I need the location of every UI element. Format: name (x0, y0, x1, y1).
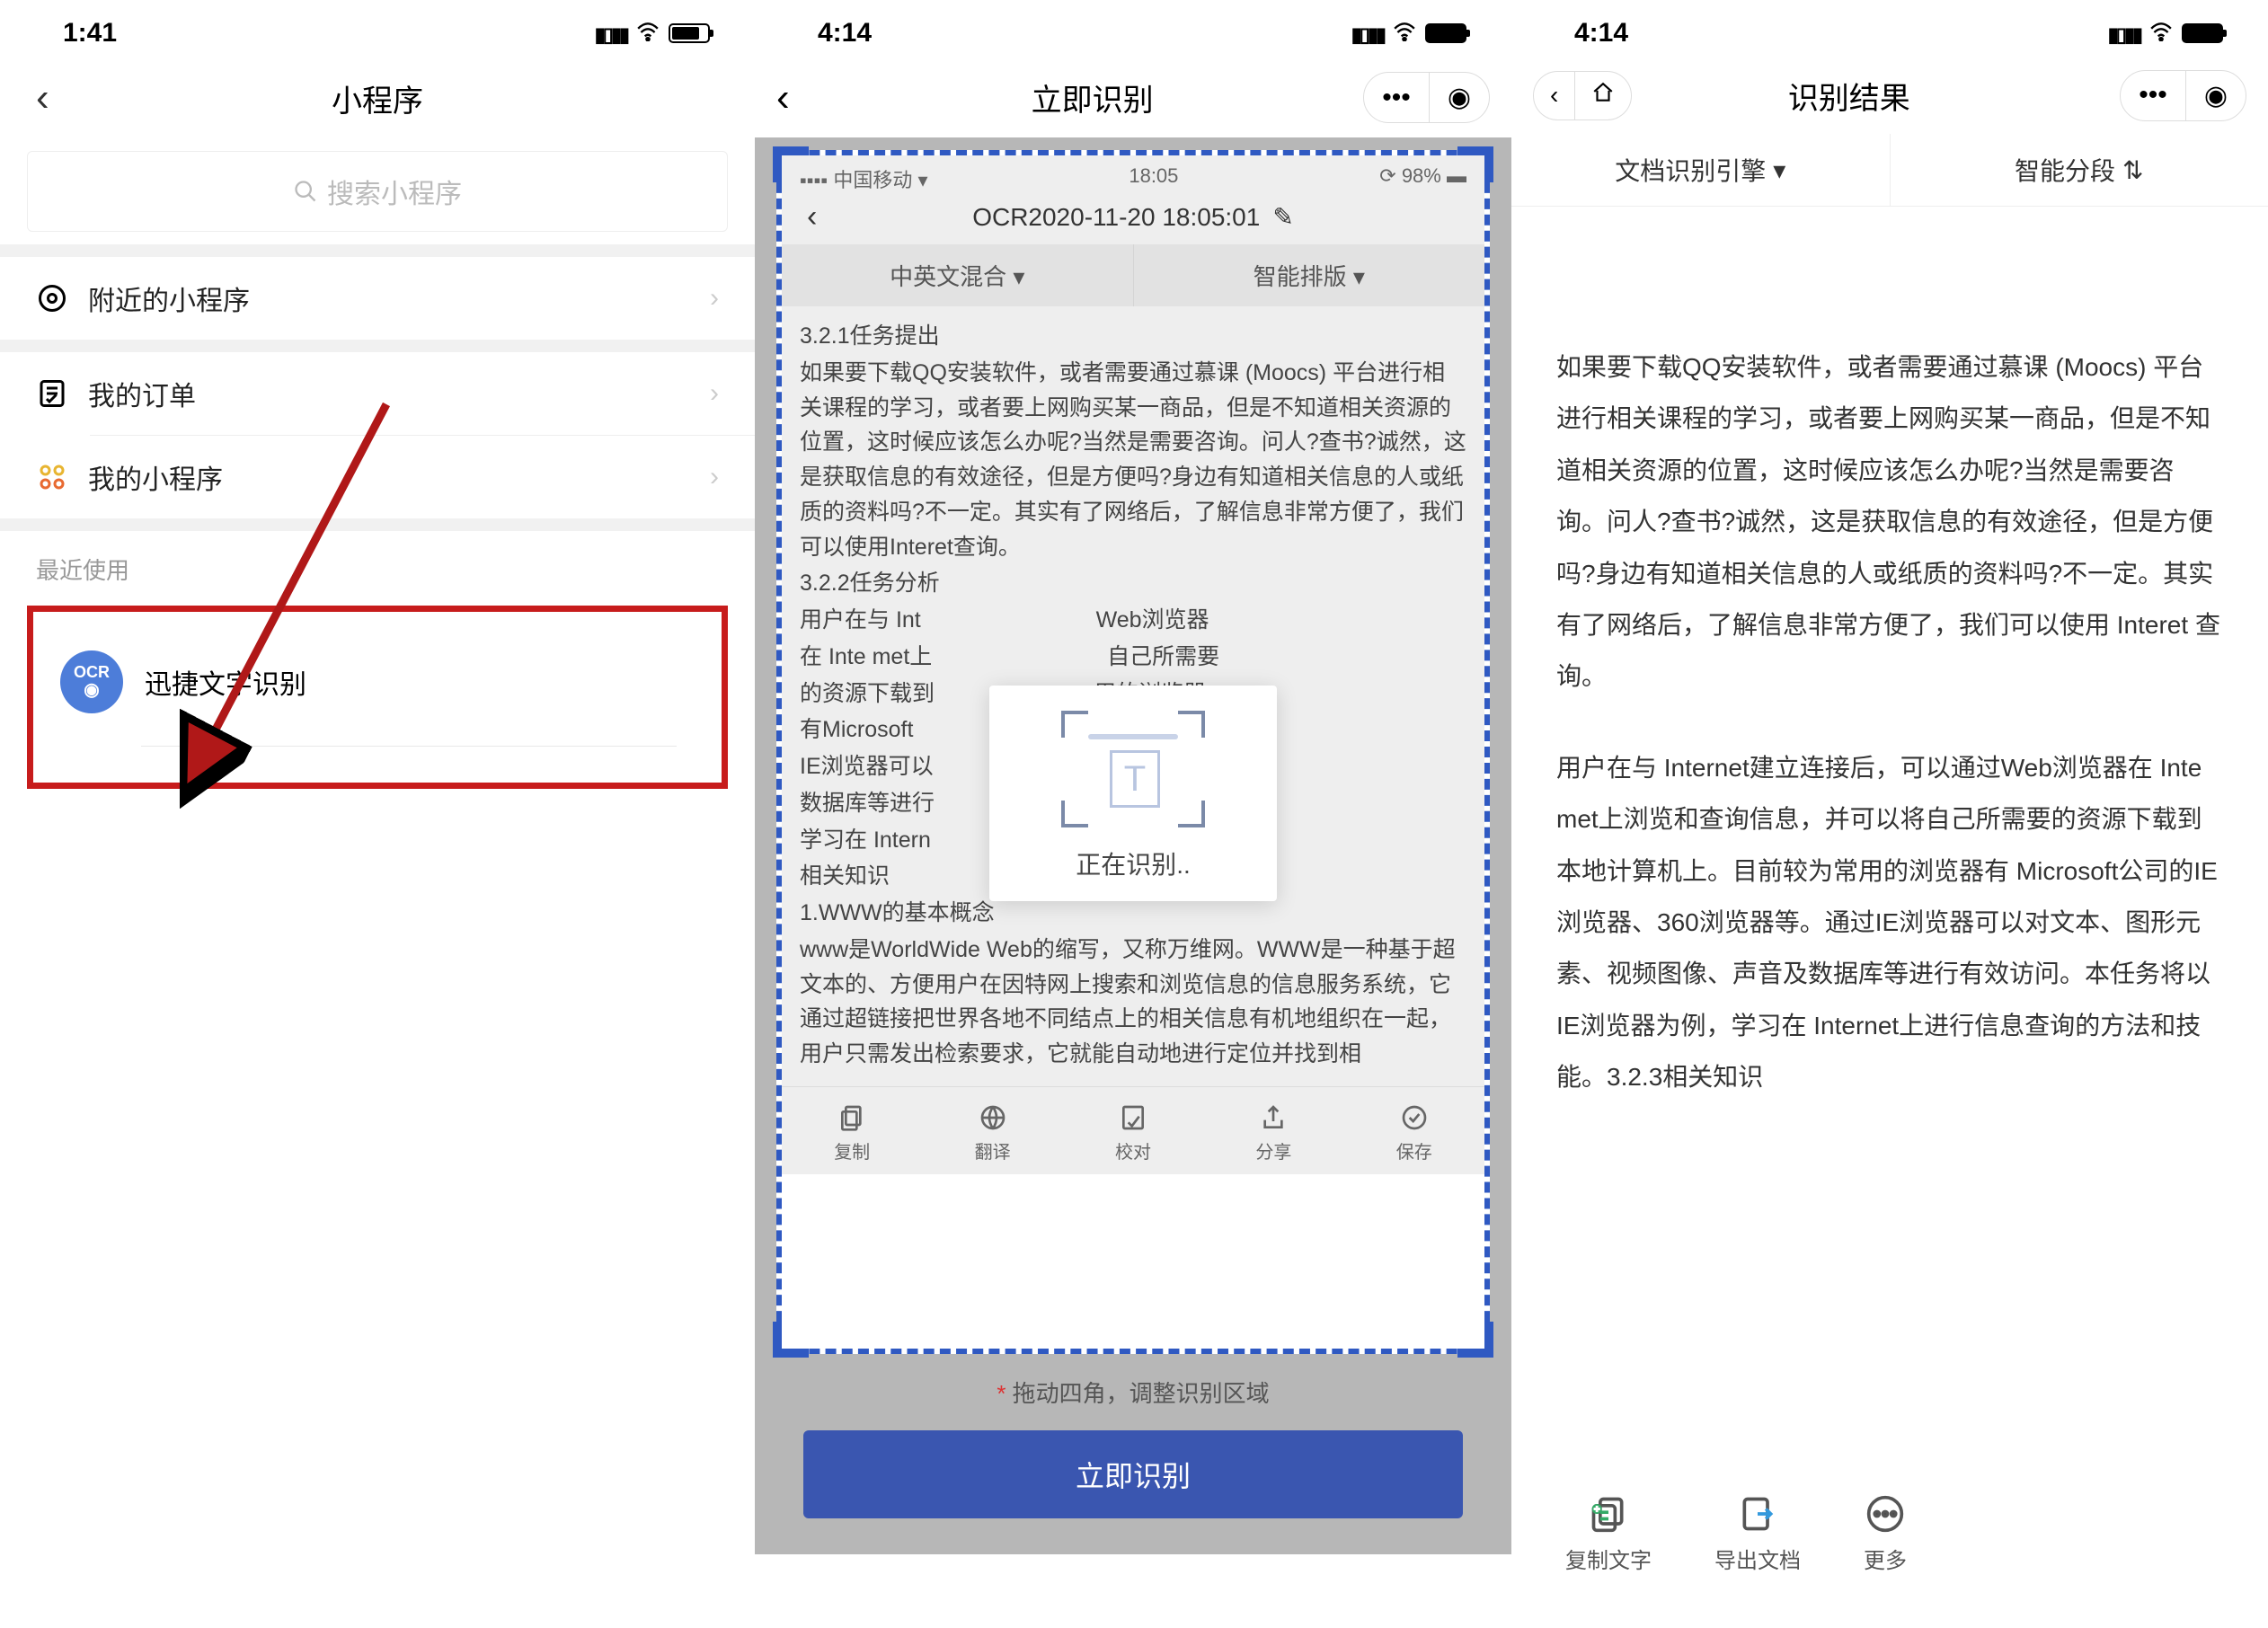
chevron-down-icon: ▾ (1013, 263, 1024, 290)
close-target-icon[interactable]: ◉ (1430, 73, 1489, 122)
orders-icon (36, 377, 68, 410)
recognizing-modal: T 正在识别.. (989, 686, 1277, 901)
wifi-icon (1393, 18, 1416, 49)
chevron-right-icon: › (710, 378, 719, 409)
eye-icon: ◉ (84, 678, 99, 701)
location-icon (36, 282, 68, 314)
crop-frame[interactable]: ▪▪▪▪ 中国移动 ▾ 18:05 ⟳ 98% ▬ ‹ OCR2020-11-2… (776, 150, 1490, 1354)
page-title: 立即识别 (821, 75, 1363, 119)
result-paragraph: 用户在与 Internet建立连接后，可以通过Web浏览器在 Inte met上… (1556, 742, 2223, 1103)
page-title: 识别结果 (1587, 74, 2111, 118)
status-time: 4:14 (1574, 18, 1628, 49)
status-indicators (1351, 18, 1466, 49)
screenshot-result: 4:14 ‹ 识别结果 ••• ◉ 文档识别引擎 ▾ 智能分段 ⇅ (1511, 0, 2268, 1628)
status-time: 1:41 (63, 18, 117, 49)
inner-wifi-icon: ▾ (917, 169, 927, 191)
inner-tab-lang: 中英文混合 ▾ (782, 244, 1134, 306)
status-time: 4:14 (818, 18, 872, 49)
status-bar: 1:41 (0, 0, 755, 58)
inner-share-button: 分享 (1255, 1103, 1291, 1163)
nav-bar: ‹ 识别结果 ••• ◉ (1511, 58, 2268, 134)
inner-copy-button: 复制 (834, 1103, 870, 1163)
chevron-right-icon: › (710, 283, 719, 314)
tab-segment[interactable]: 智能分段 ⇅ (1891, 134, 2268, 206)
back-icon[interactable]: ‹ (1534, 72, 1575, 119)
crop-area: ▪▪▪▪ 中国移动 ▾ 18:05 ⟳ 98% ▬ ‹ OCR2020-11-2… (755, 137, 1511, 1554)
inner-sync-icon: ⟳ (1379, 164, 1395, 187)
menu-icon[interactable]: ••• (1364, 73, 1430, 122)
nav-bar: ‹ 立即识别 ••• ◉ (755, 58, 1511, 137)
battery-icon (2182, 23, 2223, 43)
highlight-box: OCR ◉ 迅捷文字识别 (27, 606, 728, 789)
result-paragraph: 如果要下载QQ安装软件，或者需要通过慕课 (Moocs) 平台进行相关课程的学习… (1556, 341, 2223, 703)
wifi-icon (636, 18, 660, 49)
inner-bottom-bar: 复制 翻译 校对 分享 保存 (782, 1086, 1484, 1174)
signal-icon (595, 18, 627, 49)
back-icon[interactable]: ‹ (776, 75, 821, 120)
crop-handle-bl[interactable] (773, 1322, 809, 1358)
chevron-down-icon: ▾ (1773, 155, 1785, 185)
screenshot-recognize: 4:14 ‹ 立即识别 ••• ◉ ▪▪▪▪ 中国移动 ▾ 18:05 (755, 0, 1511, 1628)
result-tabs: 文档识别引擎 ▾ 智能分段 ⇅ (1511, 134, 2268, 207)
inner-tab-layout: 智能排版 ▾ (1134, 244, 1485, 306)
more-button[interactable]: 更多 (1864, 1494, 1907, 1574)
status-indicators (595, 18, 710, 49)
miniprogram-capsule: ••• ◉ (1363, 72, 1490, 123)
grid-icon (36, 461, 68, 493)
tab-engine[interactable]: 文档识别引擎 ▾ (1511, 134, 1891, 206)
recognize-button[interactable]: 立即识别 (803, 1430, 1463, 1518)
bottom-actions: 复制文字 导出文档 更多 (1511, 1494, 2268, 1574)
inner-save-button: 保存 (1396, 1103, 1432, 1163)
screenshot-miniprogram-list: 1:41 ‹ 小程序 搜索小程序 附近的小程序 › 我的订单 › (0, 0, 755, 1628)
inner-proofread-button: 校对 (1115, 1103, 1151, 1163)
inner-tabs: 中英文混合 ▾ 智能排版 ▾ (782, 244, 1484, 306)
sort-icon: ⇅ (2122, 155, 2143, 185)
search-icon (293, 179, 318, 204)
crop-handle-tl[interactable] (773, 146, 809, 182)
nav-bar: ‹ 小程序 (0, 58, 755, 138)
nearby-miniprogram-row[interactable]: 附近的小程序 › (0, 257, 755, 340)
signal-icon (1351, 18, 1384, 49)
wifi-icon (2149, 18, 2173, 49)
chevron-right-icon: › (710, 462, 719, 492)
search-input[interactable]: 搜索小程序 (27, 151, 728, 232)
inner-title-bar: ‹ OCR2020-11-20 18:05:01 ✎ (782, 199, 1484, 244)
status-indicators (2108, 18, 2223, 49)
export-icon (1738, 1494, 1777, 1534)
recognizing-text: 正在识别.. (989, 845, 1277, 881)
battery-icon (1425, 23, 1466, 43)
miniprogram-item-ocr[interactable]: OCR ◉ 迅捷文字识别 (42, 634, 713, 730)
captured-screenshot: ▪▪▪▪ 中国移动 ▾ 18:05 ⟳ 98% ▬ ‹ OCR2020-11-2… (782, 155, 1484, 1174)
crop-handle-tr[interactable] (1457, 146, 1493, 182)
signal-icon (2108, 18, 2140, 49)
inner-translate-button: 翻译 (975, 1103, 1011, 1163)
scan-animation-icon: T (1061, 711, 1205, 827)
edit-icon: ✎ (1272, 202, 1293, 232)
crop-handle-br[interactable] (1457, 1322, 1493, 1358)
my-miniprogram-row[interactable]: 我的小程序 › (0, 436, 755, 518)
crop-hint: * 拖动四角，调整识别区域 (776, 1354, 1490, 1430)
copy-text-button[interactable]: 复制文字 (1565, 1494, 1652, 1574)
export-doc-button[interactable]: 导出文档 (1714, 1494, 1801, 1574)
more-icon (1865, 1494, 1905, 1534)
inner-status-bar: ▪▪▪▪ 中国移动 ▾ 18:05 ⟳ 98% ▬ (782, 155, 1484, 199)
my-orders-row[interactable]: 我的订单 › (0, 352, 755, 435)
close-target-icon[interactable]: ◉ (2186, 71, 2246, 120)
chevron-down-icon: ▾ (1353, 263, 1365, 290)
asterisk-icon: * (997, 1380, 1012, 1407)
status-bar: 4:14 (755, 0, 1511, 58)
page-title: 小程序 (36, 76, 719, 120)
inner-time: 18:05 (1129, 164, 1178, 193)
inner-back-icon: ‹ (807, 199, 817, 234)
ocr-app-icon: OCR ◉ (60, 650, 123, 713)
battery-icon (669, 23, 710, 43)
status-bar: 4:14 (1511, 0, 2268, 58)
result-text[interactable]: 如果要下载QQ安装软件，或者需要通过慕课 (Moocs) 平台进行相关课程的学习… (1511, 207, 2268, 1178)
miniprogram-capsule: ••• ◉ (2120, 70, 2246, 121)
copy-icon (1589, 1494, 1628, 1534)
recent-label: 最近使用 (0, 531, 755, 598)
menu-icon[interactable]: ••• (2121, 71, 2186, 120)
